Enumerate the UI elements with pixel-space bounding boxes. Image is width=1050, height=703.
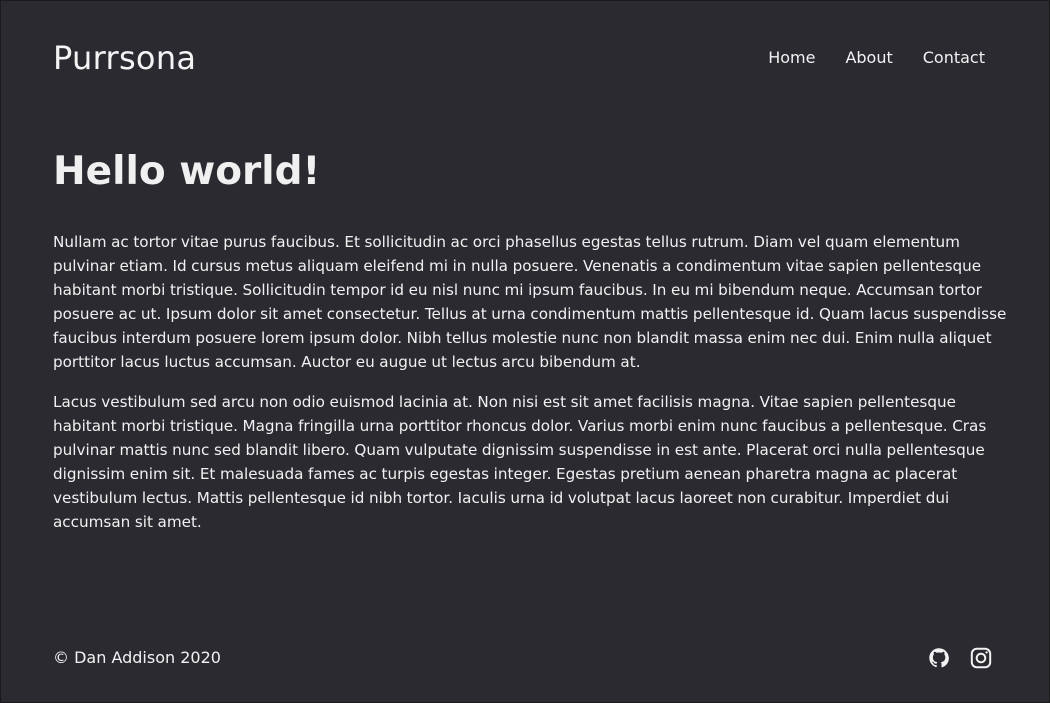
- main-nav: Home About Contact: [768, 48, 985, 68]
- instagram-icon: [970, 647, 992, 669]
- github-link[interactable]: [927, 646, 951, 670]
- site-header: Purrsona Home About Contact: [53, 37, 997, 81]
- site-brand[interactable]: Purrsona: [53, 38, 196, 78]
- page-frame: Purrsona Home About Contact Hello world!…: [0, 0, 1050, 703]
- github-icon: [929, 648, 949, 668]
- nav-contact[interactable]: Contact: [923, 48, 985, 68]
- social-links: [927, 646, 993, 670]
- content-paragraph-1: Nullam ac tortor vitae purus faucibus. E…: [53, 233, 1007, 371]
- instagram-link[interactable]: [969, 646, 993, 670]
- nav-home[interactable]: Home: [768, 48, 815, 68]
- content-paragraph-2: Lacus vestibulum sed arcu non odio euism…: [53, 393, 987, 531]
- page-title: Hello world!: [53, 149, 321, 194]
- main-content: Hello world! Nullam ac tortor vitae puru…: [53, 148, 1008, 534]
- nav-about[interactable]: About: [845, 48, 892, 68]
- site-footer: © Dan Addison 2020: [53, 646, 997, 674]
- copyright-text: © Dan Addison 2020: [53, 648, 221, 667]
